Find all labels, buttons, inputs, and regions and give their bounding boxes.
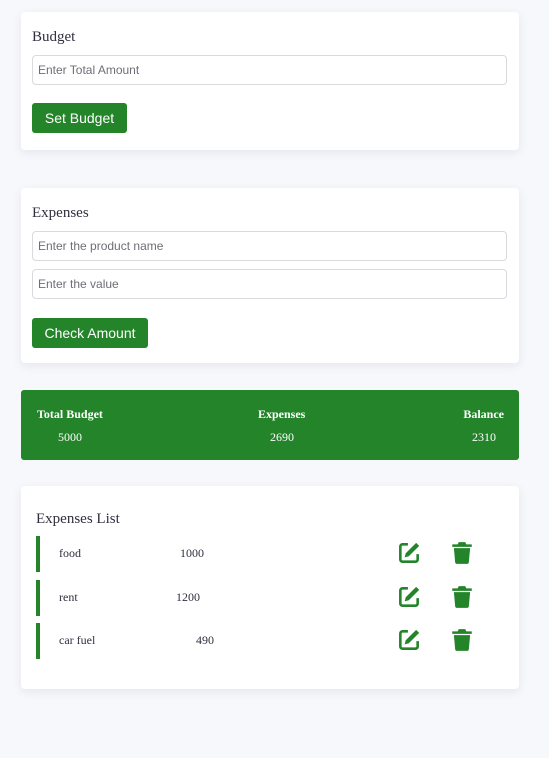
expenses-list-title: Expenses List	[36, 511, 120, 527]
expenses-value: 2690	[270, 430, 294, 444]
total-amount-input[interactable]	[32, 55, 507, 85]
total-budget-value: 5000	[58, 430, 82, 444]
trash-icon[interactable]	[449, 627, 475, 653]
expense-value-input[interactable]	[32, 269, 507, 299]
check-amount-button[interactable]: Check Amount	[32, 318, 148, 348]
trash-icon[interactable]	[449, 540, 475, 566]
expense-value: 1200	[176, 590, 200, 604]
expense-name: rent	[59, 590, 78, 604]
list-item: rent 1200	[36, 580, 506, 616]
product-name-input[interactable]	[32, 231, 507, 261]
expenses-title: Expenses	[32, 205, 89, 221]
expense-value: 1000	[180, 546, 204, 560]
balance-value: 2310	[472, 430, 496, 444]
set-budget-button[interactable]: Set Budget	[32, 103, 127, 133]
budget-card: Budget Set Budget	[21, 12, 519, 150]
budget-title: Budget	[32, 29, 76, 45]
trash-icon[interactable]	[449, 584, 475, 610]
list-item: food 1000	[36, 536, 506, 572]
edit-icon[interactable]	[396, 584, 422, 610]
balance-label: Balance	[463, 407, 504, 421]
total-budget-label: Total Budget	[37, 407, 103, 421]
edit-icon[interactable]	[396, 540, 422, 566]
expenses-label: Expenses	[258, 407, 306, 421]
expenses-list-card: Expenses List food 1000 rent 1200 car fu…	[21, 486, 519, 689]
expense-name: food	[59, 546, 81, 560]
list-item: car fuel 490	[36, 623, 506, 659]
summary-bar: Total Budget 5000 Expenses 2690 Balance …	[21, 390, 519, 460]
expense-name: car fuel	[59, 633, 96, 647]
edit-icon[interactable]	[396, 627, 422, 653]
expenses-card: Expenses Check Amount	[21, 188, 519, 363]
expense-value: 490	[196, 633, 214, 647]
